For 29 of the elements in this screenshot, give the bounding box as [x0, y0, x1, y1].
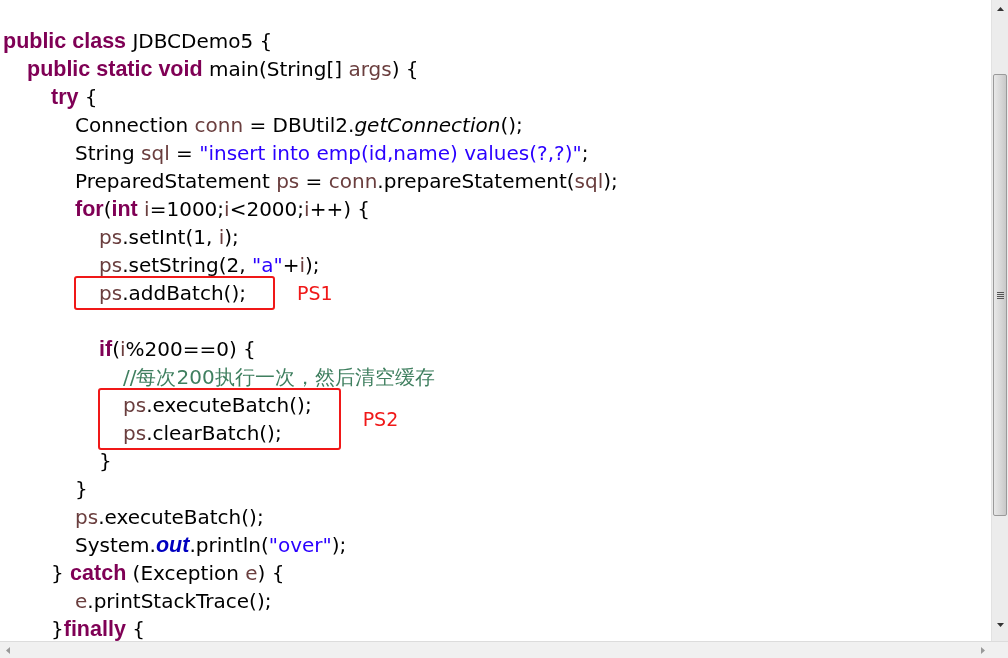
- code-line: ps.executeBatch();: [123, 392, 312, 418]
- code-line: e.printStackTrace();: [75, 588, 272, 614]
- code-line: String sql = "insert into emp(id,name) values(?,?)";: [75, 140, 589, 166]
- code-line: ps.addBatch();: [99, 280, 246, 306]
- code-line: public static void main(String[] args) {: [27, 56, 419, 82]
- code-line: }finally {: [51, 616, 145, 641]
- scroll-up-icon[interactable]: [996, 7, 1004, 11]
- scroll-left-icon[interactable]: [6, 646, 10, 654]
- scroll-right-icon[interactable]: [981, 646, 985, 654]
- code-line: }: [75, 476, 88, 502]
- annotation-label: PS1: [296, 281, 333, 306]
- code-line: ps.clearBatch();: [123, 420, 282, 446]
- code-line: ps.setInt(1, i);: [99, 224, 239, 250]
- scroll-down-icon[interactable]: [996, 623, 1004, 627]
- code-line: ps.setString(2, "a"+i);: [99, 252, 320, 278]
- code-line: } catch (Exception e) {: [51, 560, 285, 586]
- code-line: public class JDBCDemo5 {: [3, 28, 273, 54]
- code-comment: //每次200执行一次，然后清空缓存: [123, 364, 435, 390]
- code-line: ps.executeBatch();: [75, 504, 264, 530]
- code-line: for(int i=1000;i<2000;i++) {: [75, 196, 371, 222]
- code-line: if(i%200==0) {: [99, 336, 256, 362]
- code-line: System.out.println("over");: [75, 532, 347, 558]
- code-line: }: [99, 448, 112, 474]
- code-line: PreparedStatement ps = conn.prepareStatement(sql);: [75, 168, 618, 194]
- grip-icon: [996, 291, 1004, 299]
- code-line: Connection conn = DBUtil2.getConnection();: [75, 112, 523, 138]
- annotation-label: PS2: [362, 407, 399, 432]
- scroll-thumb[interactable]: [993, 74, 1007, 516]
- code-line: try {: [51, 84, 98, 110]
